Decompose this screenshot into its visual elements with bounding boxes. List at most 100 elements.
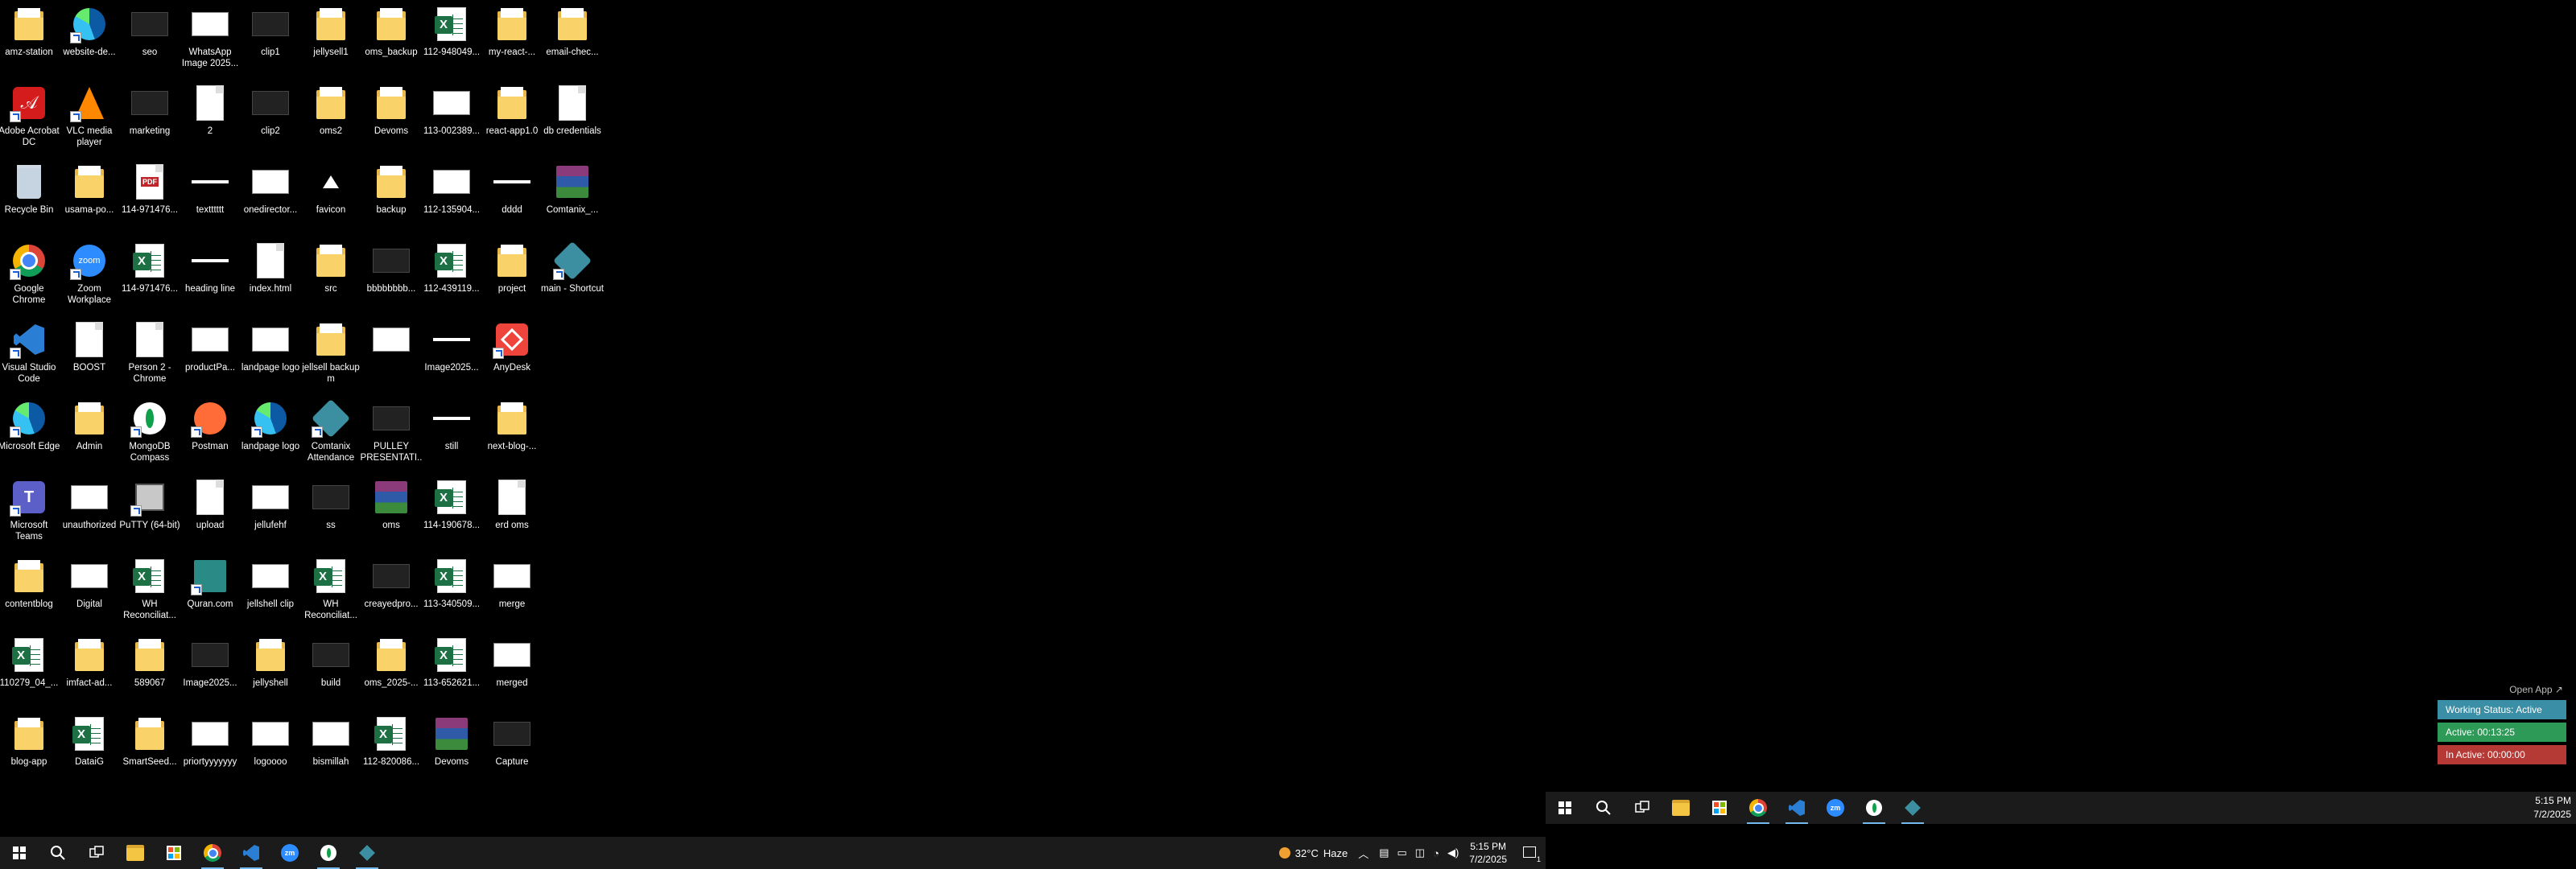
desktop-icon[interactable]: 112-135904...: [423, 158, 481, 235]
desktop-icon[interactable]: WhatsApp Image 2025...: [181, 0, 239, 77]
desktop-icon[interactable]: jellshell clip: [242, 552, 299, 629]
desktop-icon[interactable]: textttttt: [181, 158, 239, 235]
zoom-taskbar-button-2[interactable]: zm: [1816, 792, 1855, 824]
desktop-icon[interactable]: X WH Reconciliat...: [302, 552, 360, 629]
chrome-taskbar-button-2[interactable]: [1739, 792, 1777, 824]
file-explorer-button-2[interactable]: [1662, 792, 1700, 824]
store-button[interactable]: [155, 837, 193, 869]
desktop-icon[interactable]: react-app1.0: [483, 79, 541, 156]
desktop-icon[interactable]: VLC media player: [60, 79, 118, 156]
desktop-icon[interactable]: seo: [121, 0, 179, 77]
desktop-icon[interactable]: landpage logo: [242, 394, 299, 472]
desktop-icon[interactable]: my-react-...: [483, 0, 541, 77]
desktop-icon[interactable]: X 110279_04_...: [0, 631, 58, 708]
desktop-icon[interactable]: PULLEY PRESENTATI...: [361, 394, 422, 472]
notification-button[interactable]: 1: [1513, 846, 1546, 863]
desktop-icon[interactable]: upload: [181, 473, 239, 550]
desktop-icon[interactable]: website-de...: [60, 0, 118, 77]
desktop-icon[interactable]: main - Shortcut: [541, 237, 604, 314]
desktop-icon[interactable]: SmartSeed...: [121, 710, 179, 787]
desktop-icon[interactable]: X DataiG: [60, 710, 118, 787]
desktop-icon[interactable]: PDF 114-971476...: [121, 158, 179, 235]
desktop-icon[interactable]: X 112-820086...: [362, 710, 420, 787]
desktop-icon[interactable]: X 113-652621...: [423, 631, 481, 708]
desktop-icon[interactable]: contentblog: [0, 552, 58, 629]
desktop-icon[interactable]: productPa...: [181, 315, 239, 393]
desktop-icon[interactable]: bbbbbbbb...: [362, 237, 420, 314]
desktop-icon[interactable]: clip2: [242, 79, 299, 156]
desktop-icon[interactable]: oms2: [302, 79, 360, 156]
desktop-icon[interactable]: unauthorized: [60, 473, 118, 550]
weather-widget[interactable]: 32°C Haze: [1275, 847, 1352, 859]
desktop-icon[interactable]: Comtanix Attendance: [302, 394, 360, 472]
desktop-icon[interactable]: Comtanix_...: [543, 158, 601, 235]
desktop-icon[interactable]: Image2025...: [181, 631, 239, 708]
desktop-icon[interactable]: erd oms: [483, 473, 541, 550]
clock[interactable]: 5:15 PM 7/2/2025: [1463, 840, 1513, 866]
chrome-taskbar-button[interactable]: [193, 837, 232, 869]
desktop-icon[interactable]: AnyDesk: [483, 315, 541, 393]
desktop-icon[interactable]: oms_backup: [362, 0, 420, 77]
desktop-icon[interactable]: marketing: [121, 79, 179, 156]
desktop-icon[interactable]: merged: [483, 631, 541, 708]
desktop-icon[interactable]: 113-002389...: [423, 79, 481, 156]
desktop-icon[interactable]: landpage logo: [242, 315, 299, 393]
desktop-icon[interactable]: X 114-971476...: [121, 237, 179, 314]
desktop-icon[interactable]: Digital: [60, 552, 118, 629]
start-button[interactable]: [0, 837, 39, 869]
desktop-icon[interactable]: clip1: [242, 0, 299, 77]
volume-icon[interactable]: ◀): [1443, 846, 1463, 859]
mongodb-taskbar-button[interactable]: [309, 837, 348, 869]
desktop-icon[interactable]: jellufehf: [242, 473, 299, 550]
desktop-icon[interactable]: 589067: [121, 631, 179, 708]
desktop-icon[interactable]: Devoms: [362, 79, 420, 156]
desktop-icon[interactable]: email-chec...: [543, 0, 601, 77]
desktop-icon[interactable]: still: [423, 394, 481, 472]
desktop-icon[interactable]: Google Chrome: [0, 237, 58, 314]
desktop-icon[interactable]: jellsell backup m: [302, 315, 360, 393]
desktop-icon[interactable]: project: [483, 237, 541, 314]
desktop-icon[interactable]: onedirector...: [242, 158, 299, 235]
desktop-icon[interactable]: 𝒜 Adobe Acrobat DC: [0, 79, 60, 156]
tray-app-icon[interactable]: ▤: [1375, 846, 1393, 859]
desktop-icon[interactable]: Capture: [483, 710, 541, 787]
comtanix-taskbar-button[interactable]: [348, 837, 386, 869]
desktop-icon[interactable]: ss: [302, 473, 360, 550]
show-hidden-icons-button[interactable]: ︿: [1352, 846, 1375, 861]
desktop-icon[interactable]: usama-po...: [60, 158, 118, 235]
desktop-icon[interactable]: favicon: [302, 158, 360, 235]
desktop-secondary[interactable]: [1546, 0, 2576, 869]
search-button[interactable]: [39, 837, 77, 869]
desktop-icon[interactable]: X 112-948049...: [423, 0, 481, 77]
desktop-icon[interactable]: next-blog-...: [483, 394, 541, 472]
desktop-icon[interactable]: db credentials: [543, 79, 601, 156]
file-explorer-button[interactable]: [116, 837, 155, 869]
desktop-icon[interactable]: jellysell1: [302, 0, 360, 77]
desktop-icon[interactable]: oms_2025-...: [362, 631, 420, 708]
desktop-icon[interactable]: Devoms: [423, 710, 481, 787]
wifi-icon[interactable]: ◔: [1429, 847, 1443, 859]
desktop-icon[interactable]: build: [302, 631, 360, 708]
desktop-icon[interactable]: Recycle Bin: [0, 158, 58, 235]
vscode-taskbar-button[interactable]: [232, 837, 270, 869]
desktop-icon[interactable]: MongoDB Compass: [121, 394, 179, 472]
desktop-icon[interactable]: zoom Zoom Workplace: [60, 237, 118, 314]
zoom-taskbar-button[interactable]: zm: [270, 837, 309, 869]
desktop-icon[interactable]: priortyyyyyyy: [181, 710, 239, 787]
desktop-icon[interactable]: jellyshell: [242, 631, 299, 708]
desktop-icon[interactable]: logoooo: [242, 710, 299, 787]
desktop-icon[interactable]: X 113-340509...: [423, 552, 481, 629]
open-app-link[interactable]: Open App ↗: [2438, 682, 2566, 700]
start-button-2[interactable]: [1546, 792, 1584, 824]
desktop-icon[interactable]: src: [302, 237, 360, 314]
desktop-icon[interactable]: X 114-190678...: [423, 473, 481, 550]
desktop-icon[interactable]: dddd: [483, 158, 541, 235]
desktop-icon[interactable]: BOOST: [60, 315, 118, 393]
desktop-primary[interactable]: amz-station website-de... seo WhatsApp Imag…: [0, 0, 1545, 837]
desktop-icon[interactable]: Postman: [181, 394, 239, 472]
desktop-icon[interactable]: Image2025...: [423, 315, 481, 393]
comtanix-taskbar-button-2[interactable]: [1893, 792, 1932, 824]
vscode-taskbar-button-2[interactable]: [1777, 792, 1816, 824]
desktop-icon[interactable]: creayedpro...: [362, 552, 420, 629]
desktop-icon[interactable]: T Microsoft Teams: [0, 473, 58, 550]
